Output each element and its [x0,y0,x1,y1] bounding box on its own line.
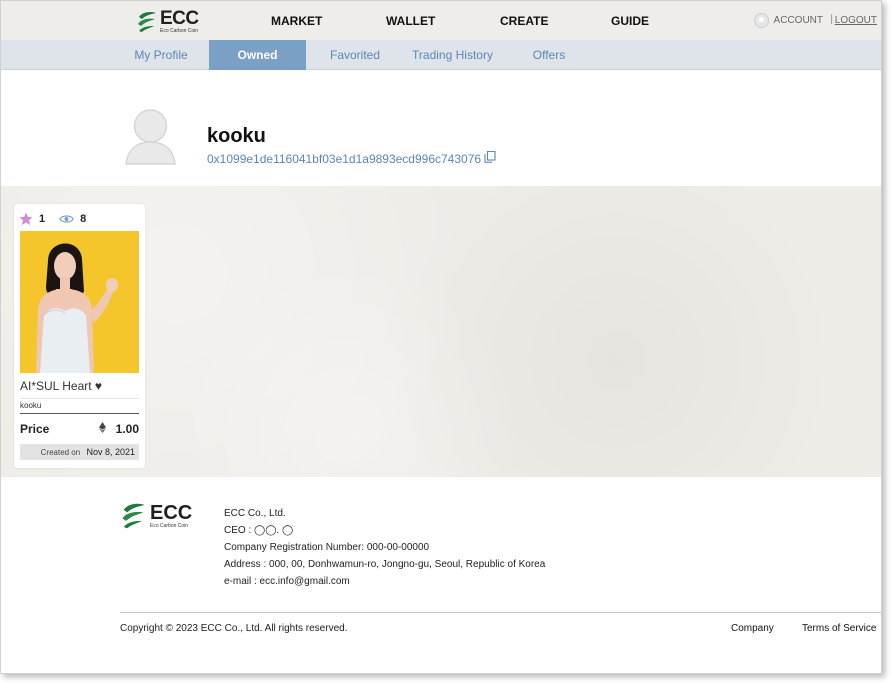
ecc-logo[interactable]: ECC Eco Carbon Coin [136,9,199,34]
ecc-leaf-icon [138,11,156,32]
account-icon [753,13,769,28]
tab-trading-history[interactable]: Trading History [404,40,501,70]
copyright-text: Copyright © 2023 ECC Co., Ltd. All right… [120,623,348,634]
company-address: Address : 000, 00, Donhwamun-ro, Jongno-… [224,559,546,570]
footer-logo-subtext: Eco Carbon Coin [150,523,189,529]
price-label: Price [20,422,50,436]
account-label: ACCOUNT [773,15,823,26]
header-separator: | [830,14,833,25]
nav-wallet[interactable]: WALLET [386,14,435,28]
nav-guide[interactable]: GUIDE [611,14,649,28]
nav-market[interactable]: MARKET [271,14,322,28]
created-date: Nov 8, 2021 [86,447,135,457]
logout-link[interactable]: LOGOUT [835,15,877,26]
tab-my-profile[interactable]: My Profile [120,40,202,70]
company-info: ECC Co., Ltd. CEO : ◯◯. ◯ Company Regist… [224,505,545,590]
tab-favorited[interactable]: Favorited [321,40,389,70]
top-header: ECC Eco Carbon Coin MARKET WALLET CREATE… [1,1,881,40]
company-name: ECC Co., Ltd. [224,508,286,519]
logo-subtext: Eco Carbon Coin [160,28,199,34]
nav-create[interactable]: CREATE [500,14,548,28]
footer-link-company[interactable]: Company [731,623,774,634]
created-date-bar: Created on Nov 8, 2021 [20,444,139,460]
footer-logo: ECC Eco Carbon Coin [120,501,192,531]
star-icon[interactable] [19,212,33,226]
owned-items-gallery: 1 8 AI*SUL Heart ♥ kooku Price 1.00 Crea… [1,186,881,477]
tab-owned[interactable]: Owned [209,40,306,70]
profile-username: kooku [207,125,266,147]
favorite-count: 1 [39,213,46,225]
ethereum-icon [99,422,106,433]
footer-link-terms[interactable]: Terms of Service [802,623,876,634]
eye-icon [59,215,75,223]
ecc-leaf-icon [122,503,145,529]
view-count: 8 [80,213,87,225]
nft-title[interactable]: AI*SUL Heart ♥ [20,379,102,393]
profile-subnav: My Profile Owned Favorited Trading Histo… [1,40,881,70]
logo-text: ECC [160,8,199,29]
wallet-address: 0x1099e1de116041bf03e1d1a9893ecd996c7430… [207,152,482,166]
company-ceo: CEO : ◯◯. ◯ [224,525,294,536]
nft-artwork [20,231,139,373]
account-link[interactable]: ACCOUNT [753,13,823,28]
profile-header: kooku 0x1099e1de116041bf03e1d1a9893ecd99… [1,71,881,186]
page-frame: ECC Eco Carbon Coin MARKET WALLET CREATE… [0,0,882,674]
nft-owner: kooku [20,398,139,414]
nft-card[interactable]: 1 8 AI*SUL Heart ♥ kooku Price 1.00 Crea… [14,204,145,468]
company-registration: Company Registration Number: 000-00-0000… [224,542,430,553]
footer-divider [120,612,881,613]
price-value: 1.00 [115,422,139,436]
user-avatar-icon [125,109,176,165]
created-label: Created on [40,448,81,457]
site-footer: ECC Eco Carbon Coin ECC Co., Ltd. CEO : … [1,477,881,673]
card-stats: 1 8 [19,212,86,226]
company-email: e-mail : ecc.info@gmail.com [224,576,350,587]
nft-image[interactable] [20,231,139,373]
copy-icon[interactable] [484,151,496,163]
tab-offers[interactable]: Offers [525,40,573,70]
footer-logo-text: ECC [150,502,193,524]
